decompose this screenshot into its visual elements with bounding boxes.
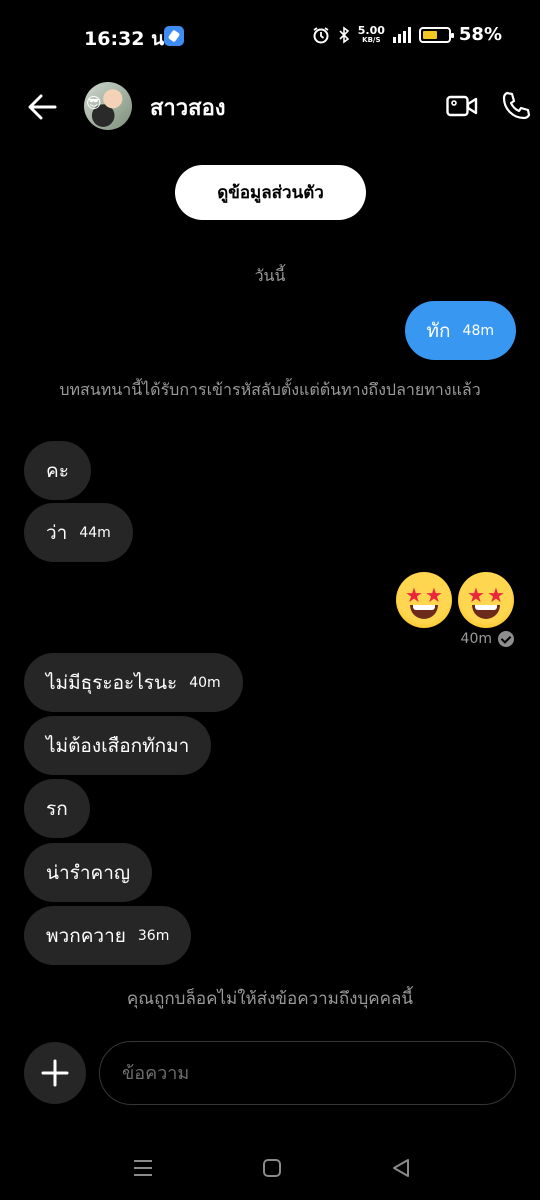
recents-button[interactable]: [129, 1154, 157, 1182]
message-text: พวกควาย: [46, 924, 126, 947]
star-struck-emoji-icon: ★ ★: [396, 572, 452, 628]
check-circle-icon: [498, 631, 514, 647]
message-time: 40m: [189, 674, 221, 691]
bluetooth-icon: [339, 25, 349, 44]
sunglasses-emoji-icon: 😎: [86, 94, 102, 112]
arrow-left-icon: [28, 94, 57, 120]
status-time: 16:32 น.: [84, 28, 172, 50]
status-bar: 16:32 น. 5.00 KB/S 58%: [0, 0, 540, 72]
battery-level: [422, 30, 437, 39]
voice-call-button[interactable]: [500, 90, 532, 122]
network-speed: 5.00 KB/S: [357, 24, 385, 44]
back-button[interactable]: [24, 90, 60, 124]
avatar[interactable]: 😎: [84, 82, 132, 130]
message-time: 40m: [460, 631, 492, 647]
message-composer: [0, 1041, 540, 1105]
star-struck-emoji-icon: ★ ★: [458, 572, 514, 628]
message-time: 48m: [462, 322, 494, 339]
message-bubble-incoming[interactable]: รก: [24, 779, 90, 838]
message-input[interactable]: [99, 1041, 516, 1105]
add-button[interactable]: [24, 1042, 86, 1104]
plus-icon: [41, 1059, 69, 1087]
seen-receipt: 40m: [461, 631, 514, 647]
triangle-back-icon: [393, 1159, 409, 1177]
chat-header: 😎 สาวสอง: [0, 76, 540, 138]
app-notification-icon: [164, 26, 184, 46]
home-button[interactable]: [258, 1154, 286, 1182]
status-indicators: 5.00 KB/S 58%: [312, 24, 502, 45]
message-text: น่ารำคาญ: [46, 861, 131, 884]
video-call-button[interactable]: [446, 92, 478, 120]
message-bubble-incoming[interactable]: ไม่ต้องเสือกทักมา: [24, 716, 212, 775]
phone-icon: [502, 91, 531, 120]
message-bubble-incoming[interactable]: น่ารำคาญ: [24, 843, 153, 902]
system-nav-bar: [0, 1140, 540, 1194]
message-text: รก: [46, 797, 68, 820]
contact-name[interactable]: สาวสอง: [150, 90, 226, 125]
alarm-icon: [313, 26, 329, 43]
emoji-message[interactable]: ★ ★ ★ ★: [390, 572, 514, 639]
menu-icon: [134, 1160, 152, 1176]
message-bubble-incoming[interactable]: คะ: [24, 441, 91, 500]
message-text: ไม่ต้องเสือกทักมา: [46, 734, 190, 757]
message-bubble-incoming[interactable]: ไม่มีธุระอะไรนะ 40m: [24, 653, 243, 712]
back-nav-button[interactable]: [387, 1154, 415, 1182]
signal-icon: [392, 26, 411, 43]
battery-percent: 58%: [458, 24, 502, 45]
message-text: คะ: [46, 459, 69, 482]
blocked-note: คุณถูกบล็อคไม่ให้ส่งข้อความถึงบุคคลนี้: [126, 989, 414, 1009]
message-text: ว่า: [46, 521, 68, 544]
message-bubble-incoming[interactable]: พวกควาย 36m: [24, 906, 192, 965]
message-time: 44m: [79, 524, 111, 541]
home-square-icon: [263, 1159, 281, 1177]
message-time: 36m: [137, 927, 170, 944]
message-text: ทัก: [426, 319, 451, 342]
message-text: ไม่มีธุระอะไรนะ: [46, 671, 178, 694]
message-bubble-outgoing[interactable]: ทัก 48m: [404, 301, 516, 360]
view-profile-button[interactable]: ดูข้อมูลส่วนตัว: [175, 165, 366, 220]
video-camera-icon: [446, 95, 478, 117]
encryption-note: บทสนทนานี้ได้รับการเข้ารหัสลับตั้งแต่ต้น…: [59, 380, 481, 399]
message-bubble-incoming[interactable]: ว่า 44m: [24, 503, 133, 562]
day-separator: วันนี้: [254, 266, 286, 285]
battery-icon: [418, 26, 454, 43]
